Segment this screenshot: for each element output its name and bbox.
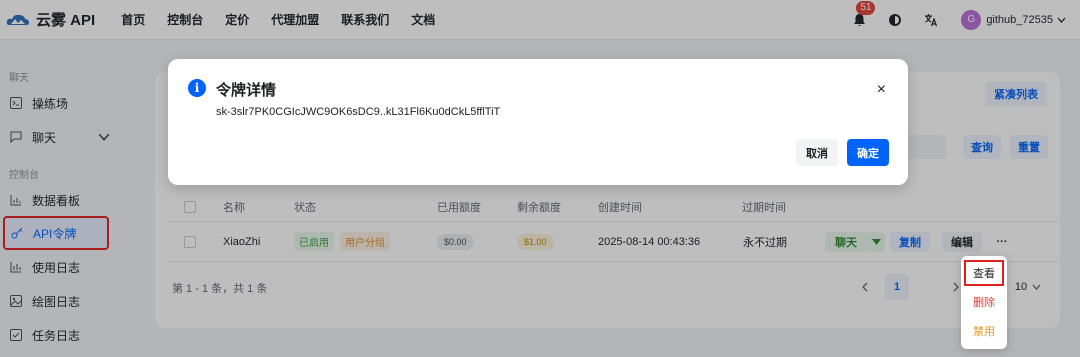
delete-menu-item[interactable]: 删除	[964, 289, 1004, 315]
close-icon[interactable]: ×	[877, 81, 886, 99]
info-icon: i	[188, 79, 206, 97]
more-actions-menu: 查看 删除 禁用	[961, 256, 1007, 349]
view-menu-item[interactable]: 查看	[964, 260, 1004, 286]
token-detail-modal: i 令牌详情 × sk-3slr7PK0CGIcJWC9OK6sDC9..kL3…	[168, 59, 908, 185]
disable-menu-item[interactable]: 禁用	[964, 318, 1004, 344]
cancel-button[interactable]: 取消	[796, 139, 838, 166]
confirm-button[interactable]: 确定	[847, 139, 889, 166]
token-key-text: sk-3slr7PK0CGIcJWC9OK6sDC9..kL31Fl6Ku0dC…	[216, 106, 501, 118]
modal-title: 令牌详情	[216, 82, 277, 99]
